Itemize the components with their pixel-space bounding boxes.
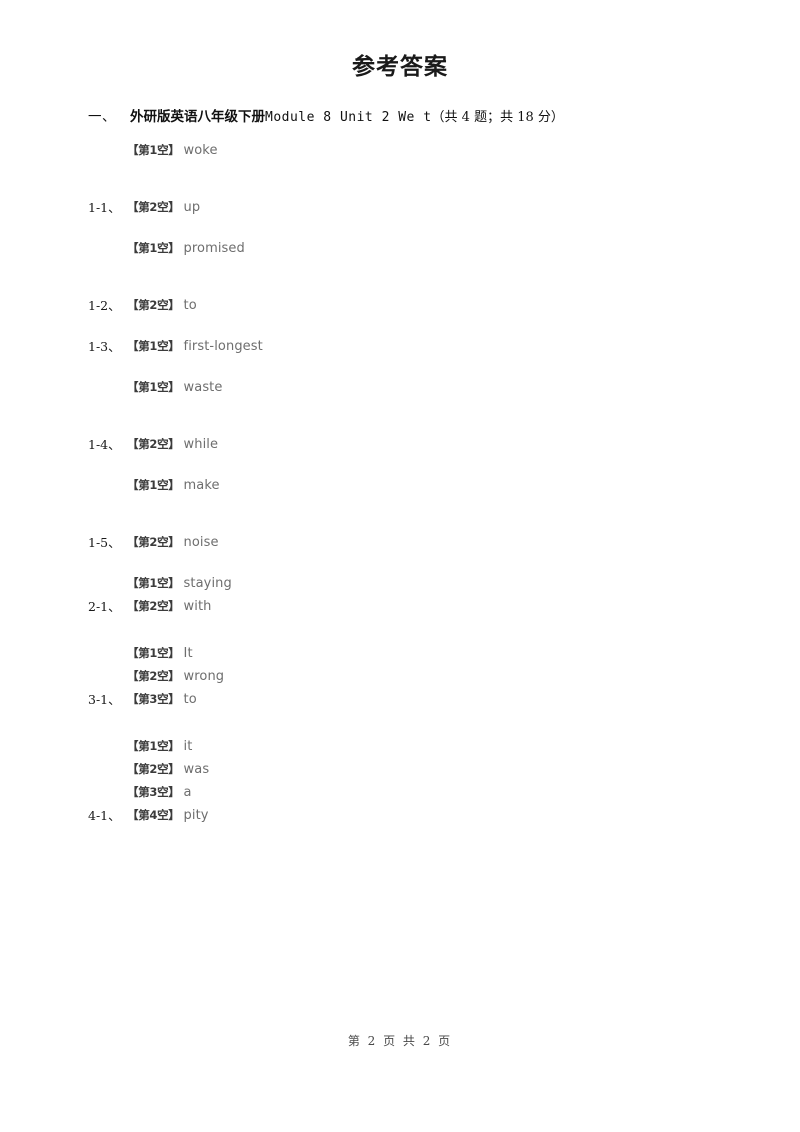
- blank-label: 【第2空】: [127, 437, 180, 451]
- blank-row: 【第1空】 It: [127, 641, 800, 664]
- blank-answer: make: [183, 478, 220, 493]
- blank-label: 【第2空】: [127, 669, 180, 683]
- question-number: 1-4、: [88, 437, 121, 452]
- question-number: 1-1、: [88, 200, 121, 215]
- blank-answer: to: [183, 692, 197, 707]
- blank-label: 【第4空】: [127, 808, 180, 822]
- blank-label: 【第1空】: [127, 478, 180, 492]
- blank-label: 【第1空】: [127, 576, 180, 590]
- section-header: 一、 外研版英语八年级下册Module 8 Unit 2 We t（共 4 题；共…: [88, 106, 748, 129]
- blank-row: 【第1空】 it: [127, 734, 800, 757]
- blank-list: 【第1空】 make 【第2空】 noise: [127, 473, 800, 553]
- blank-row: 【第2空】 wrong: [127, 664, 800, 687]
- page-footer: 第 2 页 共 2 页: [347, 1034, 453, 1048]
- blank-label: 【第2空】: [127, 599, 180, 613]
- blank-row: 【第1空】 first-longest: [127, 334, 800, 357]
- blank-row: 【第1空】 make: [127, 473, 800, 496]
- blank-spacer: [127, 259, 800, 293]
- section-score-note: （共 4 题；共 18 分）: [431, 110, 564, 125]
- blank-row: 【第1空】 staying: [127, 571, 800, 594]
- blank-label: 【第3空】: [127, 692, 180, 706]
- blank-list: 【第1空】 woke 【第2空】 up: [127, 138, 800, 218]
- blank-answer: to: [183, 298, 197, 313]
- blank-answer: noise: [183, 535, 219, 550]
- blank-row: 【第1空】 waste: [127, 375, 800, 398]
- blank-list: 【第1空】 promised 【第2空】 to: [127, 236, 800, 316]
- section-title-cjk: 外研版英语八年级下册: [130, 109, 265, 125]
- blank-list: 【第1空】 it 【第2空】 was 【第3空】 a 【第4空】 pity: [127, 734, 800, 826]
- blank-label: 【第1空】: [127, 380, 180, 394]
- question-number: 4-1、: [88, 808, 121, 823]
- blank-row: 【第2空】 with: [127, 594, 800, 617]
- blank-answer: woke: [183, 143, 218, 158]
- blank-answer: with: [183, 599, 212, 614]
- blank-list: 【第1空】 waste 【第2空】 while: [127, 375, 800, 455]
- blank-row: 【第1空】 woke: [127, 138, 800, 161]
- answer-group: 【第1空】 first-longest 1-3、: [0, 334, 800, 357]
- page-title: 参考答案: [352, 53, 448, 80]
- blank-answer: up: [183, 200, 201, 215]
- blank-label: 【第2空】: [127, 762, 180, 776]
- question-number: 1-2、: [88, 298, 121, 313]
- question-number: 3-1、: [88, 692, 121, 707]
- blank-answer: It: [183, 646, 193, 661]
- answer-group: 【第1空】 It 【第2空】 wrong 【第3空】 to 3-1、: [0, 641, 800, 710]
- blank-answer: promised: [183, 241, 245, 256]
- blank-label: 【第1空】: [127, 143, 180, 157]
- section-number: 一、: [88, 109, 116, 125]
- blank-list: 【第1空】 first-longest: [127, 334, 800, 357]
- blank-label: 【第1空】: [127, 739, 180, 753]
- blank-list: 【第1空】 staying 【第2空】 with: [127, 571, 800, 617]
- blank-row: 【第2空】 was: [127, 757, 800, 780]
- blank-answer: while: [183, 437, 219, 452]
- blank-answer: wrong: [183, 669, 225, 684]
- blank-answer: staying: [183, 576, 232, 591]
- blank-spacer: [127, 161, 800, 195]
- question-number: 2-1、: [88, 599, 121, 614]
- blank-answer: waste: [183, 380, 223, 395]
- blank-label: 【第2空】: [127, 200, 180, 214]
- blank-label: 【第1空】: [127, 241, 180, 255]
- blank-answer: it: [183, 739, 193, 754]
- answer-group: 【第1空】 waste 【第2空】 while 1-4、: [0, 375, 800, 455]
- question-number: 1-5、: [88, 535, 121, 550]
- blank-spacer: [127, 398, 800, 432]
- question-number: 1-3、: [88, 339, 121, 354]
- blank-label: 【第1空】: [127, 646, 180, 660]
- blank-row: 【第2空】 noise: [127, 530, 800, 553]
- blank-spacer: [127, 496, 800, 530]
- blank-row: 【第2空】 while: [127, 432, 800, 455]
- blank-label: 【第1空】: [127, 339, 180, 353]
- section-title-latin: Module 8 Unit 2 We t: [265, 110, 432, 125]
- blank-answer: a: [183, 785, 192, 800]
- answer-group: 【第1空】 make 【第2空】 noise 1-5、: [0, 473, 800, 553]
- blank-row: 【第1空】 promised: [127, 236, 800, 259]
- answer-sheet-page: 参考答案 一、 外研版英语八年级下册Module 8 Unit 2 We t（共 …: [0, 0, 800, 1132]
- blank-list: 【第1空】 It 【第2空】 wrong 【第3空】 to: [127, 641, 800, 710]
- blank-answer: first-longest: [183, 339, 263, 354]
- blank-row: 【第4空】 pity: [127, 803, 800, 826]
- blank-answer: was: [183, 762, 210, 777]
- answer-group: 【第1空】 promised 【第2空】 to 1-2、: [0, 236, 800, 316]
- blank-row: 【第3空】 a: [127, 780, 800, 803]
- blank-row: 【第2空】 to: [127, 293, 800, 316]
- answer-group: 【第1空】 woke 【第2空】 up 1-1、: [0, 138, 800, 218]
- blank-label: 【第3空】: [127, 785, 180, 799]
- blank-label: 【第2空】: [127, 298, 180, 312]
- blank-answer: pity: [183, 808, 209, 823]
- answer-group: 【第1空】 staying 【第2空】 with 2-1、: [0, 571, 800, 617]
- answer-group: 【第1空】 it 【第2空】 was 【第3空】 a 【第4空】 pity 4-1、: [0, 734, 800, 826]
- blank-label: 【第2空】: [127, 535, 180, 549]
- blank-row: 【第3空】 to: [127, 687, 800, 710]
- blank-row: 【第2空】 up: [127, 195, 800, 218]
- answer-list: 【第1空】 woke 【第2空】 up 1-1、 【第1空】 promised 【第2空】 to…: [0, 138, 800, 850]
